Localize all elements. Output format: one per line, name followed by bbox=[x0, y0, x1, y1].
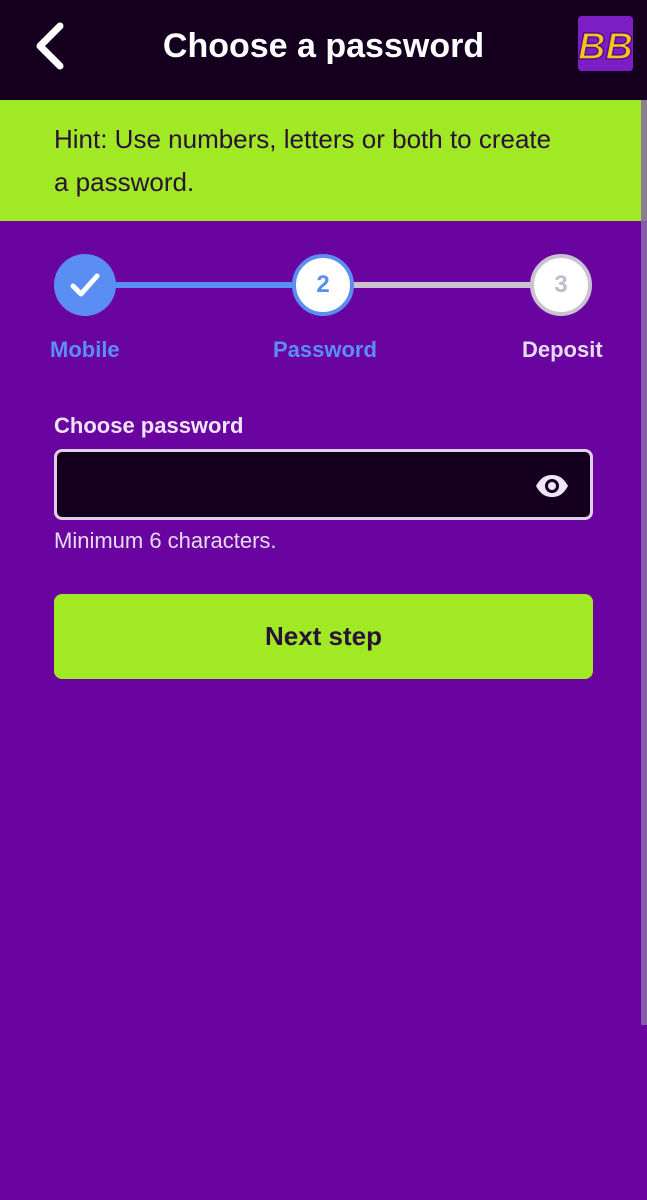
progress-line-pending bbox=[324, 282, 560, 288]
step-label-mobile: Mobile bbox=[50, 337, 120, 362]
next-step-button[interactable]: Next step bbox=[54, 594, 593, 679]
brand-logo-icon: BB bbox=[578, 16, 633, 71]
eye-icon bbox=[536, 475, 568, 497]
password-helper-text: Minimum 6 characters. bbox=[54, 528, 277, 553]
step-password: 2 bbox=[292, 254, 354, 316]
hint-text: Hint: Use numbers, letters or both to cr… bbox=[54, 124, 552, 197]
password-field-container bbox=[54, 449, 593, 520]
password-input[interactable] bbox=[71, 452, 515, 519]
checkmark-icon bbox=[70, 273, 100, 297]
back-button[interactable] bbox=[22, 18, 78, 74]
step-mobile bbox=[54, 254, 116, 316]
toggle-visibility-button[interactable] bbox=[534, 468, 570, 504]
svg-text:BB: BB bbox=[578, 26, 633, 68]
step-label-deposit: Deposit bbox=[522, 337, 603, 362]
step-label-password: Password bbox=[273, 337, 377, 362]
password-label: Choose password bbox=[54, 413, 244, 438]
top-bar: Choose a password BB bbox=[0, 0, 647, 100]
brand-logo: BB bbox=[578, 16, 633, 71]
page-title: Choose a password bbox=[162, 27, 485, 65]
progress-line-complete bbox=[90, 282, 324, 288]
chevron-left-icon bbox=[36, 22, 64, 70]
step-deposit: 3 bbox=[530, 254, 592, 316]
scrollbar[interactable] bbox=[641, 100, 647, 1025]
